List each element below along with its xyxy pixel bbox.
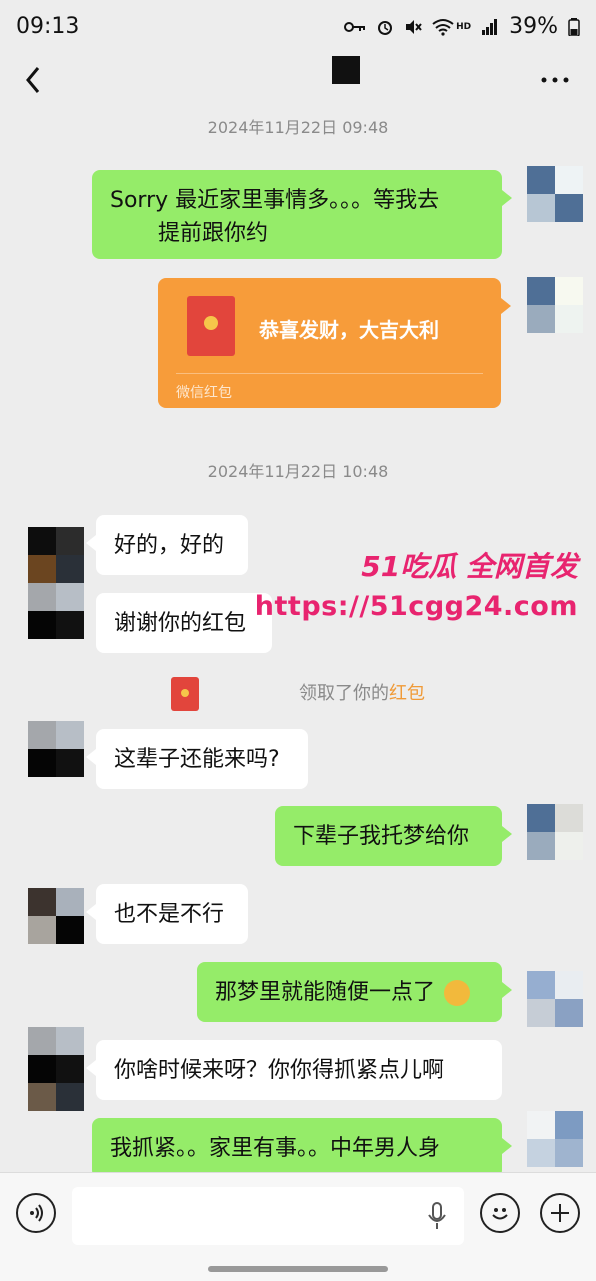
contact-message[interactable]: 谢谢你的红包 bbox=[96, 593, 272, 653]
status-bar: 09:13 HD 39% bbox=[0, 0, 596, 56]
my-avatar[interactable] bbox=[527, 277, 583, 333]
my-avatar[interactable] bbox=[527, 1111, 583, 1167]
my-message[interactable]: Sorry 最近家里事情多。。。等我去 提前跟你约 bbox=[92, 170, 512, 259]
more-icon[interactable] bbox=[540, 68, 570, 92]
contact-message[interactable]: 好的，好的 bbox=[86, 515, 248, 575]
red-packet-icon bbox=[171, 677, 199, 711]
doge-emoji-icon bbox=[444, 980, 471, 1006]
message-text: 那梦里就能随便一点了 bbox=[215, 980, 436, 1005]
my-message[interactable]: 那梦里就能随便一点了 bbox=[197, 962, 512, 1022]
message-text: 也不是不行 bbox=[114, 902, 225, 927]
contact-avatar[interactable] bbox=[28, 888, 84, 944]
red-packet-title: 恭喜发财，大吉大利 bbox=[259, 318, 439, 342]
hd-label: HD bbox=[456, 21, 472, 32]
my-message[interactable]: 我抓紧。。家里有事。。中年男人身 bbox=[92, 1118, 512, 1178]
plus-icon[interactable] bbox=[540, 1193, 580, 1233]
battery-icon bbox=[568, 17, 580, 36]
emoji-icon[interactable] bbox=[480, 1193, 520, 1233]
system-message: 领取了你的红包 bbox=[0, 677, 596, 711]
contact-avatar-cont bbox=[28, 583, 84, 639]
chat-title bbox=[332, 56, 360, 84]
contact-message[interactable]: 也不是不行 bbox=[86, 884, 248, 944]
message-text: 你啥时候来呀？你你得抓紧点儿啊 bbox=[114, 1058, 445, 1083]
battery-percent: 39% bbox=[509, 14, 558, 39]
back-icon[interactable] bbox=[20, 62, 50, 98]
my-avatar[interactable] bbox=[527, 166, 583, 222]
mic-icon[interactable] bbox=[426, 1201, 448, 1231]
watermark-line2: https://51cgg24.com bbox=[254, 591, 578, 622]
chat-header bbox=[0, 56, 596, 106]
my-message[interactable]: 下辈子我托梦给你 bbox=[275, 806, 512, 866]
contact-avatar[interactable] bbox=[28, 1027, 84, 1111]
alarm-icon bbox=[378, 20, 393, 35]
red-packet-card[interactable]: 恭喜发财，大吉大利 微信红包 bbox=[158, 278, 511, 408]
red-packet-icon bbox=[187, 296, 235, 356]
message-text: Sorry 最近家里事情多。。。等我去 bbox=[110, 188, 440, 213]
message-text: 好的，好的 bbox=[114, 533, 225, 558]
contact-avatar[interactable] bbox=[28, 527, 84, 583]
status-icons: HD 39% bbox=[344, 14, 580, 39]
message-text: 我抓紧。。家里有事。。中年男人身 bbox=[110, 1136, 441, 1161]
timestamp: 2024年11月22日 09:48 bbox=[207, 118, 389, 137]
mute-icon bbox=[406, 19, 422, 34]
input-bar bbox=[0, 1172, 596, 1281]
message-text: 下辈子我托梦给你 bbox=[293, 824, 470, 849]
voice-icon[interactable] bbox=[16, 1193, 56, 1233]
watermark-line1: 51吃瓜 全网首发 bbox=[361, 550, 578, 583]
message-text: 这辈子还能来吗? bbox=[114, 747, 280, 772]
watermark: 51吃瓜 全网首发 https://51cgg24.com bbox=[255, 545, 578, 622]
my-avatar[interactable] bbox=[527, 971, 583, 1027]
signal-icon bbox=[482, 18, 498, 35]
message-input[interactable] bbox=[72, 1187, 464, 1245]
wifi-icon bbox=[432, 18, 454, 36]
timestamp: 2024年11月22日 10:48 bbox=[207, 462, 389, 481]
home-indicator[interactable] bbox=[208, 1266, 388, 1272]
contact-message[interactable]: 这辈子还能来吗? bbox=[86, 729, 308, 789]
contact-message[interactable]: 你啥时候来呀？你你得抓紧点儿啊 bbox=[86, 1040, 502, 1100]
red-packet-link[interactable]: 红包 bbox=[389, 683, 425, 704]
key-icon bbox=[344, 21, 366, 32]
contact-avatar[interactable] bbox=[28, 721, 84, 777]
my-avatar[interactable] bbox=[527, 804, 583, 860]
message-text: 提前跟你约 bbox=[158, 221, 269, 246]
message-text: 谢谢你的红包 bbox=[114, 611, 247, 636]
system-text: 领取了你的 bbox=[299, 683, 389, 704]
red-packet-label: 微信红包 bbox=[176, 385, 232, 401]
clock: 09:13 bbox=[16, 14, 80, 39]
